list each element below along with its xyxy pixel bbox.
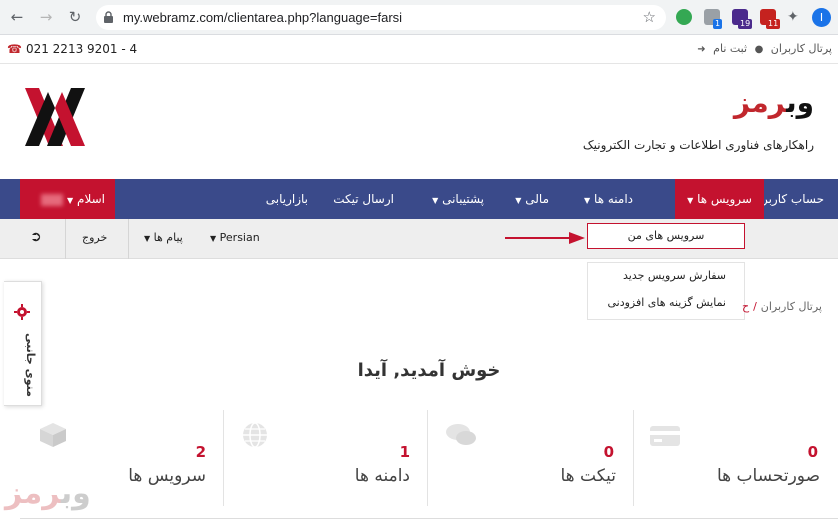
webramz-logo-icon[interactable] [25,88,85,146]
caret-down-icon: ▼ [144,234,151,243]
welcome-heading: خوش آمدید, آیدا [357,360,501,381]
address-bar[interactable]: my.webramz.com/clientarea.php?language=f… [96,5,666,30]
top-links: پرتال کاربران ● ثبت نام ➜ [693,42,832,55]
divider [65,219,66,259]
back-arrow-icon[interactable]: ← [8,8,26,26]
bookmark-star-icon[interactable]: ☆ [643,8,656,26]
caret-down-icon: ▼ [687,196,694,205]
forward-arrow-icon[interactable]: → [37,8,55,26]
breadcrumb-current: ح [741,300,750,313]
red-arrow-icon [505,232,585,244]
phone-icon: ☎ [7,42,22,56]
dropdown-item-my-services[interactable]: سرویس های من [587,223,745,249]
puzzle-extensions-icon[interactable]: ✦ [787,9,803,25]
credit-card-icon [650,426,680,446]
extension-green-icon[interactable] [676,9,692,25]
nav-item-billing[interactable]: مالی ▼ [515,179,549,219]
caret-down-icon: ▼ [515,196,522,205]
user-icon: ● [754,44,764,55]
user-menu[interactable]: اسلام ▼ [20,179,115,219]
logout-link[interactable]: خروج [82,231,107,244]
breadcrumb: پرتال کاربران/ح [741,300,822,313]
extension-badge: 11 [766,19,781,29]
login-icon: ➜ [697,44,706,55]
url-text: my.webramz.com/clientarea.php?language=f… [123,10,403,25]
caret-down-icon: ▼ [210,234,217,243]
stat-tickets[interactable]: 0 تیکت ها [428,408,634,508]
nav-item-support[interactable]: پشتیبانی ▼ [432,179,484,219]
content-panel-edge [20,518,838,524]
stat-domains[interactable]: 1 دامنه ها [224,408,428,508]
nav-item-services[interactable]: سرویس ها ▼ [675,179,764,219]
nav-item-domains[interactable]: دامنه ها ▼ [584,179,633,219]
main-navigation: حساب کاربری سرویس ها ▼ دامنه ها ▼ مالی ▼… [0,179,838,219]
language-select[interactable]: ▼ Persian [210,231,260,244]
stats-panel: 0 صورتحساب ها 0 تیکت ها 1 دامنه ها 2 سرو… [0,408,838,524]
extension-badge: 19 [738,19,753,29]
caret-down-icon: ▼ [584,196,591,205]
brand-logo: وبرمز [733,86,815,119]
phone-number: ☎ 021 2213 9201 - 4 [7,42,138,56]
caret-down-icon: ▼ [432,196,439,205]
gear-icon [14,304,30,320]
register-link[interactable]: ثبت نام [713,42,747,55]
profile-avatar[interactable]: I [812,8,831,27]
extension-badge: 1 [713,19,723,29]
brand-tagline: راهکارهای فناوری اطلاعات و تجارت الکترون… [582,138,814,152]
logout-icon[interactable]: ➲ [30,229,42,245]
dropdown-item-order-new-service[interactable]: سفارش سرویس جدید [588,263,744,290]
blurred-username [41,193,64,206]
top-info-bar: ☎ 021 2213 9201 - 4 پرتال کاربران ● ثبت ن… [0,36,838,64]
lock-icon [104,11,113,23]
nav-item-open-ticket[interactable]: ارسال تیکت [333,179,394,219]
divider [128,219,129,259]
client-portal-link[interactable]: پرتال کاربران [771,42,832,55]
cube-icon [40,423,66,447]
browser-toolbar: ← → ↻ my.webramz.com/clientarea.php?lang… [0,0,838,35]
watermark-logo: وبرمز [5,476,92,511]
stat-invoices[interactable]: 0 صورتحساب ها [634,408,838,508]
breadcrumb-home[interactable]: پرتال کاربران [761,300,822,313]
services-dropdown-menu: سفارش سرویس جدید نمایش گزینه های افزودنی [587,262,745,320]
caret-down-icon: ▼ [67,196,74,205]
side-menu-toggle[interactable]: منوی جانبی [4,281,42,406]
reload-icon[interactable]: ↻ [66,8,84,26]
globe-icon [243,422,267,448]
comments-icon [446,424,476,445]
dropdown-item-view-addons[interactable]: نمایش گزینه های افزودنی [588,290,744,317]
messages-menu[interactable]: ▼ پیام ها [144,231,183,244]
nav-item-affiliates[interactable]: بازاریابی [266,179,308,219]
